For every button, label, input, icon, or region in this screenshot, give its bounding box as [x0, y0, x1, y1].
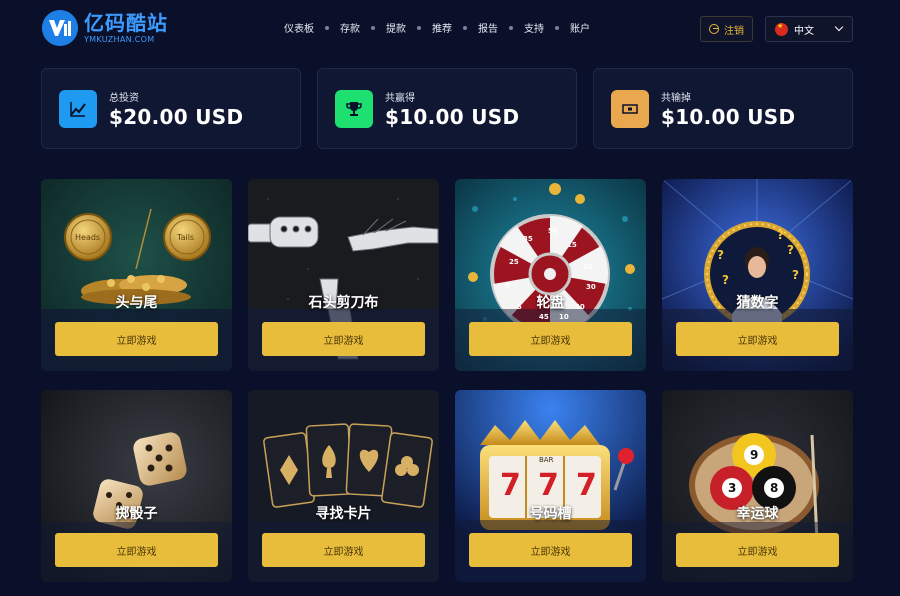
game-title: 幸运球: [736, 506, 779, 522]
top-header: 亿码酷站 YMKUZHAN.COM 仪表板 存款 提款 推荐 报告 支持 账户 …: [0, 0, 900, 58]
nav-separator: [463, 25, 467, 30]
logout-icon: [709, 24, 719, 34]
play-now-button[interactable]: 立即游戏: [469, 322, 632, 356]
billiard-ball-number: 8: [770, 481, 779, 495]
wheel-number: 30: [586, 283, 596, 291]
coin-tails-label: Tails: [177, 233, 195, 242]
game-title: 轮盘: [536, 295, 565, 311]
cash-icon: [611, 90, 649, 128]
play-now-button[interactable]: 立即游戏: [469, 533, 632, 567]
wheel-number: 0: [505, 282, 510, 290]
nav-dashboard[interactable]: 仪表板: [284, 20, 314, 35]
wheel-number: 15: [567, 241, 577, 249]
nav-separator: [509, 25, 513, 30]
china-flag-icon: [775, 22, 788, 36]
game-card-find-card[interactable]: 寻找卡片 立即游戏: [248, 390, 439, 582]
nav-report[interactable]: 报告: [478, 20, 498, 35]
chart-icon: [59, 90, 97, 128]
slot-reel-digit: 7: [538, 468, 559, 503]
language-label: 中文: [794, 25, 814, 37]
language-select[interactable]: 中文: [765, 16, 853, 42]
game-card-roulette[interactable]: 50 35 15 25 20 0 30 5 40 45 10 轮盘 立即游戏: [455, 179, 646, 371]
game-title: 寻找卡片: [315, 506, 372, 522]
play-now-button[interactable]: 立即游戏: [676, 533, 839, 567]
nav-account[interactable]: 账户: [570, 20, 590, 35]
wheel-number: 50: [548, 227, 558, 235]
svg-text:?: ?: [717, 248, 724, 262]
wheel-number: 10: [559, 313, 569, 321]
game-card-lucky-ball[interactable]: 9 3 8 幸运球 立即游戏: [662, 390, 853, 582]
stat-card-total-invest: 总投资 $20.00 USD: [41, 68, 301, 149]
game-title: 猜数字: [736, 295, 779, 311]
stat-value: $10.00 USD: [385, 105, 520, 129]
stat-value: $10.00 USD: [661, 105, 796, 129]
nav-support[interactable]: 支持: [524, 20, 544, 35]
game-card-dice[interactable]: 掷骰子 立即游戏: [41, 390, 232, 582]
nav-withdraw[interactable]: 提款: [386, 20, 406, 35]
nav-deposit[interactable]: 存款: [340, 20, 360, 35]
wheel-number: 20: [583, 263, 593, 271]
play-now-button[interactable]: 立即游戏: [262, 322, 425, 356]
stat-label: 总投资: [109, 93, 139, 104]
coin-heads-label: Heads: [75, 233, 101, 242]
nav-referral[interactable]: 推荐: [432, 20, 452, 35]
stat-card-total-lost: 共输掉 $10.00 USD: [593, 68, 853, 149]
play-now-button[interactable]: 立即游戏: [55, 322, 218, 356]
logo-subtitle: YMKUZHAN.COM: [84, 34, 155, 44]
svg-text:?: ?: [722, 273, 729, 287]
play-now-button[interactable]: 立即游戏: [676, 322, 839, 356]
wheel-number: 25: [509, 258, 519, 266]
billiard-ball-number: 9: [750, 448, 759, 462]
game-card-rock-paper-scissors[interactable]: 石头剪刀布 立即游戏: [248, 179, 439, 371]
site-logo[interactable]: 亿码酷站 YMKUZHAN.COM: [42, 10, 168, 46]
trophy-icon: [335, 90, 373, 128]
logo-title: 亿码酷站: [84, 10, 168, 35]
game-card-heads-tails[interactable]: Heads Tails 头与尾 立即游戏: [41, 179, 232, 371]
logout-label: 注销: [724, 25, 744, 37]
main-nav: 仪表板 存款 提款 推荐 报告 支持 账户: [284, 20, 590, 35]
svg-text:?: ?: [777, 228, 784, 242]
svg-text:?: ?: [787, 243, 794, 257]
nav-separator: [325, 25, 329, 30]
nav-separator: [555, 25, 559, 30]
wheel-number: 45: [539, 313, 549, 321]
game-title: 头与尾: [115, 295, 158, 311]
svg-text:?: ?: [792, 268, 799, 282]
stat-card-total-won: 共赢得 $10.00 USD: [317, 68, 577, 149]
game-title: 号码槽: [529, 506, 572, 522]
game-card-slot-machine[interactable]: 7 7 7 BAR 号码槽 立即游戏: [455, 390, 646, 582]
nav-separator: [371, 25, 375, 30]
game-title: 掷骰子: [115, 506, 158, 522]
logo-mark-icon: [42, 10, 78, 46]
chevron-down-icon: [834, 22, 844, 32]
billiard-ball-number: 3: [728, 481, 737, 495]
play-now-button[interactable]: 立即游戏: [55, 533, 218, 567]
logout-button[interactable]: 注销: [700, 16, 753, 42]
game-title: 石头剪刀布: [308, 295, 379, 311]
nav-separator: [417, 25, 421, 30]
play-now-button[interactable]: 立即游戏: [262, 533, 425, 567]
slot-reel-digit: 7: [576, 468, 597, 503]
slot-reel-digit: 7: [500, 468, 521, 503]
wheel-number: 35: [523, 235, 533, 243]
stat-label: 共输掉: [661, 93, 691, 104]
game-card-guess-number[interactable]: ????? 猜数字 立即游戏: [662, 179, 853, 371]
stat-value: $20.00 USD: [109, 105, 244, 129]
slot-bar-label: BAR: [539, 456, 554, 464]
stat-label: 共赢得: [385, 93, 415, 104]
